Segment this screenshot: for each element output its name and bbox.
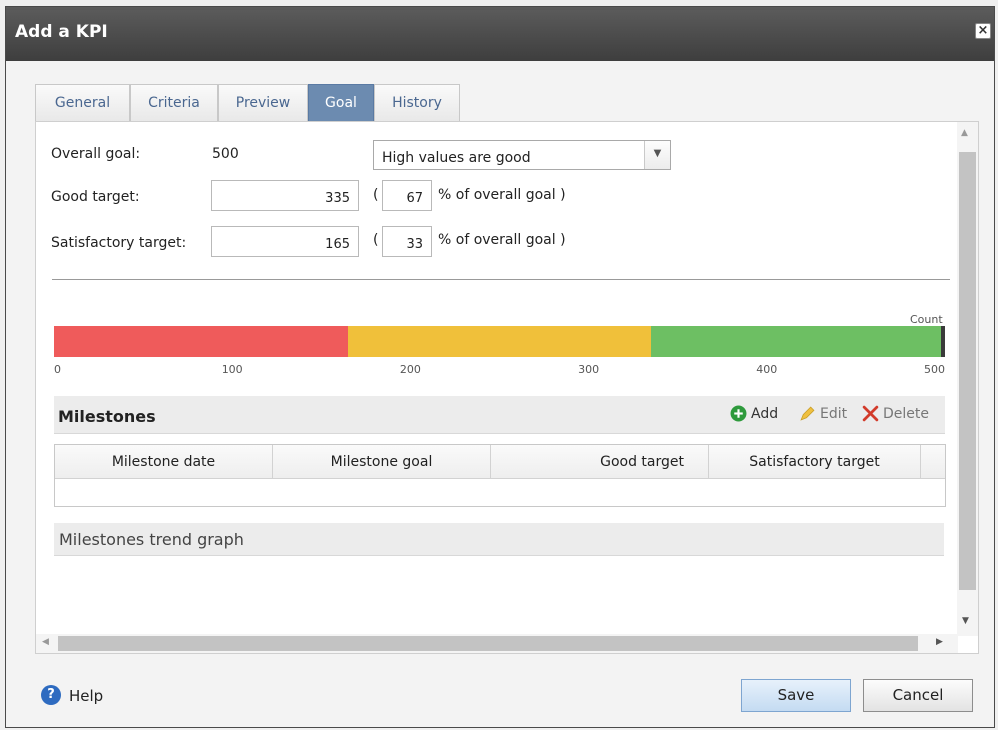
scroll-up-icon[interactable]: ▲ [961,128,968,138]
good-target-input[interactable]: 335 [211,180,359,211]
add-icon[interactable] [730,405,747,422]
gauge-tick: 300 [578,363,600,376]
gauge-band-satisfactory [348,326,651,357]
gauge-tick: 500 [924,363,945,376]
help-link[interactable]: Help [69,687,103,705]
good-target-label: Good target: [51,189,140,205]
good-percent-input[interactable]: 67 [382,180,432,211]
satisfactory-percent-input[interactable]: 33 [382,226,432,257]
milestones-grid: Milestone date Milestone goal Good targe… [54,444,946,507]
milestones-header: Milestones Add Edit Delete [54,396,945,434]
milestones-title: Milestones [58,407,156,426]
satisfactory-open-paren: ( [373,232,379,248]
tab-general[interactable]: General [35,84,130,122]
save-button[interactable]: Save [741,679,851,712]
tab-history[interactable]: History [374,84,460,122]
col-header-milestone-date[interactable]: Milestone date [55,445,273,479]
scroll-left-icon[interactable]: ◀ [42,637,49,647]
gauge-count-label: Count [910,313,943,326]
gauge-band-good [650,326,945,357]
good-percent-suffix: % of overall goal ) [438,187,566,203]
vertical-scrollbar[interactable]: ▲ ▼ [957,122,978,636]
tab-goal[interactable]: Goal [308,84,374,122]
edit-button[interactable]: Edit [820,406,847,422]
dialog-title: Add a KPI [15,22,108,42]
scroll-right-icon[interactable]: ▶ [936,637,943,647]
edit-icon[interactable] [799,405,816,422]
col-header-satisfactory-target[interactable]: Satisfactory target [709,445,921,479]
grid-header-row: Milestone date Milestone goal Good targe… [55,445,945,479]
gauge-tick: 400 [756,363,778,376]
horizontal-scrollbar[interactable]: ◀ ▶ [36,634,958,653]
divider [52,279,950,280]
title-bar: Add a KPI × [6,7,994,61]
satisfactory-percent-suffix: % of overall goal ) [438,232,566,248]
goal-gauge [54,326,945,357]
chevron-down-icon[interactable]: ▼ [644,141,670,169]
help-icon[interactable]: ? [41,685,61,705]
tab-preview[interactable]: Preview [218,84,308,122]
satisfactory-target-input[interactable]: 165 [211,226,359,257]
add-button[interactable]: Add [751,406,778,422]
overall-goal-value: 500 [212,146,239,162]
delete-button[interactable]: Delete [883,406,929,422]
goal-direction-select[interactable]: High values are good ▼ [373,140,671,170]
gauge-tick: 100 [221,363,243,376]
goal-direction-value: High values are good [382,150,531,166]
cancel-button[interactable]: Cancel [863,679,973,712]
add-kpi-dialog: Add a KPI × General Criteria Preview Goa… [5,6,995,728]
trend-graph-header[interactable]: Milestones trend graph [54,523,944,556]
horizontal-scroll-thumb[interactable] [58,636,918,651]
gauge-band-poor [54,326,349,357]
trend-graph-title: Milestones trend graph [59,530,244,549]
overall-goal-label: Overall goal: [51,146,141,162]
satisfactory-target-label: Satisfactory target: [51,235,187,251]
col-header-milestone-goal[interactable]: Milestone goal [273,445,491,479]
vertical-scroll-thumb[interactable] [959,152,976,590]
delete-icon[interactable] [862,405,879,422]
col-header-good-target[interactable]: Good target [491,445,709,479]
tab-criteria[interactable]: Criteria [130,84,218,122]
good-open-paren: ( [373,187,379,203]
gauge-tick: 0 [54,363,61,376]
gauge-tick: 200 [399,363,421,376]
scroll-down-icon[interactable]: ▼ [962,616,969,626]
close-icon[interactable]: × [975,23,991,39]
goal-panel: Overall goal: 500 High values are good ▼… [35,121,979,654]
gauge-end-marker [941,326,945,357]
